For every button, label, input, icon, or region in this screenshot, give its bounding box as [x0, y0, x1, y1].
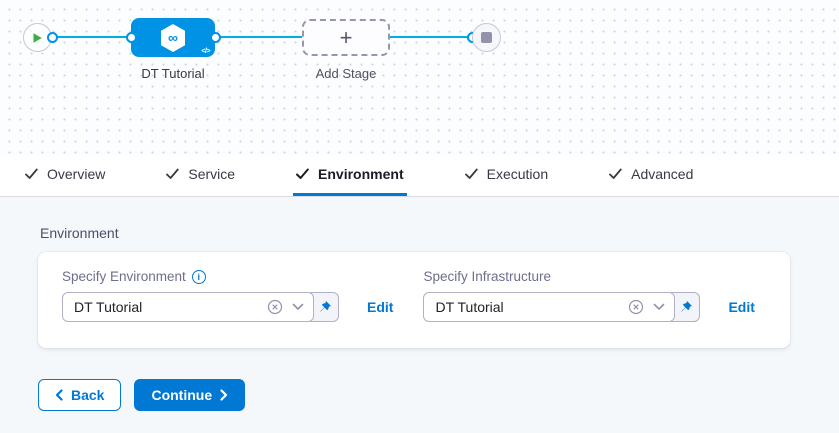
- stop-icon: [481, 32, 492, 43]
- check-icon: [609, 168, 622, 180]
- add-stage-label: Add Stage: [291, 66, 401, 81]
- check-icon: [166, 168, 179, 180]
- edit-environment-link[interactable]: Edit: [367, 299, 393, 315]
- infrastructure-select[interactable]: DT Tutorial: [423, 292, 675, 322]
- tab-label: Execution: [487, 166, 548, 182]
- infrastructure-select-value: DT Tutorial: [435, 299, 628, 315]
- section-title: Environment: [40, 225, 839, 241]
- environment-tab-panel: Environment Specify Environment i DT Tut…: [0, 197, 839, 411]
- connector-point[interactable]: [47, 32, 58, 43]
- edit-infrastructure-link[interactable]: Edit: [728, 299, 754, 315]
- chevron-down-icon[interactable]: [292, 303, 304, 311]
- pin-button[interactable]: [310, 292, 339, 322]
- field-label: Specify Environment: [62, 269, 186, 284]
- tab-label: Overview: [47, 166, 105, 182]
- continue-button-label: Continue: [151, 387, 212, 403]
- environment-card: Specify Environment i DT Tutorial: [38, 252, 790, 348]
- pin-icon: [679, 300, 693, 314]
- specify-infrastructure-field: Specify Infrastructure DT Tutorial: [423, 269, 784, 348]
- tab-label: Service: [188, 166, 235, 182]
- chevron-right-icon: [220, 389, 228, 401]
- check-icon: [296, 168, 309, 180]
- pin-icon: [318, 300, 332, 314]
- tab-environment[interactable]: Environment: [293, 155, 407, 196]
- code-icon[interactable]: </>: [201, 48, 210, 55]
- pipeline-canvas[interactable]: ∞ </> DT Tutorial + Add Stage: [0, 0, 839, 155]
- back-button-label: Back: [71, 387, 104, 403]
- connector-point[interactable]: [210, 32, 221, 43]
- plus-icon: +: [340, 25, 353, 51]
- tab-label: Environment: [318, 166, 404, 182]
- connector-point[interactable]: [126, 32, 137, 43]
- tab-execution[interactable]: Execution: [462, 155, 551, 196]
- stage-tabs: Overview Service Environment Execution A…: [0, 155, 839, 197]
- chevron-down-icon[interactable]: [653, 303, 665, 311]
- check-icon: [465, 168, 478, 180]
- specify-environment-field: Specify Environment i DT Tutorial: [62, 269, 423, 348]
- tab-overview[interactable]: Overview: [22, 155, 108, 196]
- continue-button[interactable]: Continue: [134, 379, 245, 411]
- deploy-stage-icon: ∞: [159, 23, 187, 53]
- environment-select-value: DT Tutorial: [74, 299, 267, 315]
- check-icon: [25, 168, 38, 180]
- stage-node-label: DT Tutorial: [118, 66, 228, 81]
- info-icon[interactable]: i: [192, 270, 206, 284]
- stage-node-dt-tutorial[interactable]: ∞ </>: [131, 18, 215, 57]
- svg-text:∞: ∞: [168, 29, 178, 45]
- play-icon: [32, 32, 43, 44]
- pipeline-end-node[interactable]: [472, 23, 501, 52]
- tab-label: Advanced: [631, 166, 693, 182]
- tab-advanced[interactable]: Advanced: [606, 155, 696, 196]
- field-label: Specify Infrastructure: [423, 269, 551, 284]
- pipeline-connector-line: [52, 36, 472, 38]
- chevron-left-icon: [55, 389, 63, 401]
- clear-icon[interactable]: [267, 299, 283, 315]
- wizard-footer: Back Continue: [38, 379, 839, 411]
- back-button[interactable]: Back: [38, 379, 121, 411]
- clear-icon[interactable]: [628, 299, 644, 315]
- environment-select[interactable]: DT Tutorial: [62, 292, 314, 322]
- add-stage-button[interactable]: +: [302, 19, 390, 56]
- tab-service[interactable]: Service: [163, 155, 238, 196]
- pin-button[interactable]: [671, 292, 700, 322]
